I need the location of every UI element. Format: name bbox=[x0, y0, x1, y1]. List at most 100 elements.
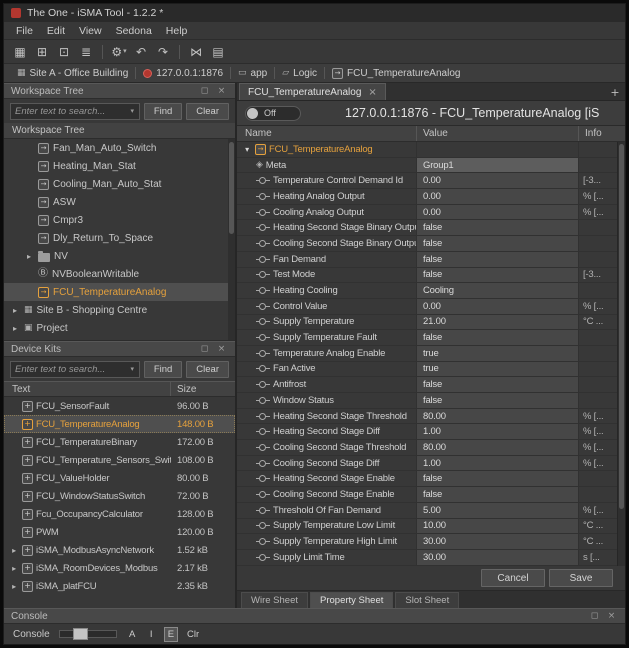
property-row-cooling-second-stage-diff[interactable]: Cooling Second Stage Diff1.00% [... bbox=[237, 456, 625, 472]
expand-arrow-icon[interactable]: ▸ bbox=[9, 582, 19, 591]
off-toggle[interactable]: Off bbox=[245, 106, 301, 121]
property-row-cooling-second-stage-threshold[interactable]: Cooling Second Stage Threshold80.00% [..… bbox=[237, 440, 625, 456]
toolbar-gear-button[interactable]: ⚙▾ bbox=[109, 43, 129, 61]
tab-fcu-temperatureanalog[interactable]: FCU_TemperatureAnalog × bbox=[239, 83, 386, 100]
tree-item-fan-man-auto-switch[interactable]: Fan_Man_Auto_Switch bbox=[4, 139, 235, 157]
property-value[interactable]: false bbox=[417, 471, 579, 486]
kit-row-fcu-temperature-sensors-switch[interactable]: FCU_Temperature_Sensors_Switch108.00 B bbox=[4, 451, 235, 469]
restore-icon[interactable]: ◻ bbox=[198, 344, 211, 354]
property-row-test-mode[interactable]: Test Modefalse[-3... bbox=[237, 268, 625, 284]
property-value[interactable]: false bbox=[417, 252, 579, 267]
kit-row-isma-roomdevices-modbus[interactable]: ▸iSMA_RoomDevices_Modbus2.17 kB bbox=[4, 559, 235, 577]
property-row-temperature-control-demand-id[interactable]: Temperature Control Demand Id0.00[-3... bbox=[237, 173, 625, 189]
property-value[interactable]: 1.00 bbox=[417, 456, 579, 471]
tree-item-heating-man-stat[interactable]: Heating_Man_Stat bbox=[4, 157, 235, 175]
toolbar-grid-button[interactable]: ▤ bbox=[208, 43, 228, 61]
breadcrumb-item-127-0-0-1-1876[interactable]: 127.0.0.1:1876 bbox=[136, 68, 230, 79]
kits-find-button[interactable]: Find bbox=[144, 361, 182, 378]
column-name[interactable]: Name bbox=[237, 126, 417, 141]
workspace-search-input[interactable] bbox=[11, 106, 126, 117]
property-value[interactable]: false bbox=[417, 330, 579, 345]
plus-icon[interactable]: + bbox=[607, 85, 623, 100]
property-row-supply-limit-time[interactable]: Supply Limit Time30.00s [... bbox=[237, 550, 625, 566]
column-value[interactable]: Value bbox=[417, 126, 579, 141]
console-button-i[interactable]: I bbox=[145, 627, 158, 642]
kit-row-isma-modbusasyncnetwork[interactable]: ▸iSMA_ModbusAsyncNetwork1.52 kB bbox=[4, 541, 235, 559]
property-row-temperature-analog-enable[interactable]: Temperature Analog Enabletrue bbox=[237, 346, 625, 362]
menu-item-help[interactable]: Help bbox=[159, 23, 195, 39]
tab-wire-sheet[interactable]: Wire Sheet bbox=[241, 592, 308, 608]
property-value[interactable]: false bbox=[417, 236, 579, 251]
tree-item-cmpr3[interactable]: Cmpr3 bbox=[4, 211, 235, 229]
property-row-supply-temperature[interactable]: Supply Temperature21.00°C ... bbox=[237, 315, 625, 331]
property-row-heating-second-stage-enable[interactable]: Heating Second Stage Enablefalse bbox=[237, 471, 625, 487]
property-row-root[interactable]: ▾FCU_TemperatureAnalog bbox=[237, 142, 625, 158]
menu-item-view[interactable]: View bbox=[72, 23, 109, 39]
close-icon[interactable]: × bbox=[215, 344, 228, 354]
kit-row-fcu-windowstatusswitch[interactable]: FCU_WindowStatusSwitch72.00 B bbox=[4, 487, 235, 505]
property-value[interactable]: true bbox=[417, 346, 579, 361]
property-row-fan-demand[interactable]: Fan Demandfalse bbox=[237, 252, 625, 268]
property-value[interactable]: 1.00 bbox=[417, 424, 579, 439]
property-value[interactable]: 0.00 bbox=[417, 205, 579, 220]
property-value[interactable]: false bbox=[417, 220, 579, 235]
property-value[interactable]: false bbox=[417, 377, 579, 392]
property-row-window-status[interactable]: Window Statusfalse bbox=[237, 393, 625, 409]
kits-column-text[interactable]: Text bbox=[4, 382, 171, 396]
expand-arrow-icon[interactable]: ▸ bbox=[10, 324, 20, 333]
tab-property-sheet[interactable]: Property Sheet bbox=[310, 592, 393, 608]
chevron-down-icon[interactable]: ▾ bbox=[126, 107, 139, 115]
property-scrollbar[interactable] bbox=[617, 142, 625, 566]
close-icon[interactable]: × bbox=[215, 86, 228, 96]
menu-item-file[interactable]: File bbox=[9, 23, 40, 39]
property-row-heating-second-stage-diff[interactable]: Heating Second Stage Diff1.00% [... bbox=[237, 424, 625, 440]
tree-item-nvbooleanwritable[interactable]: ⒷNVBooleanWritable bbox=[4, 265, 235, 283]
restore-icon[interactable]: ◻ bbox=[588, 611, 601, 621]
property-value[interactable]: true bbox=[417, 362, 579, 377]
property-value[interactable]: 30.00 bbox=[417, 534, 579, 549]
tree-scrollbar[interactable] bbox=[228, 139, 235, 340]
property-row-fan-active[interactable]: Fan Activetrue bbox=[237, 362, 625, 378]
property-row-heating-analog-output[interactable]: Heating Analog Output0.00% [... bbox=[237, 189, 625, 205]
kit-row-fcu-occupancycalculator[interactable]: Fcu_OccupancyCalculator128.00 B bbox=[4, 505, 235, 523]
workspace-tree-tab[interactable]: Workspace Tree bbox=[4, 123, 235, 139]
property-row-supply-temperature-low-limit[interactable]: Supply Temperature Low Limit10.00°C ... bbox=[237, 519, 625, 535]
property-value[interactable]: Group1 bbox=[417, 158, 579, 173]
toolbar-list-button[interactable]: ≣ bbox=[76, 43, 96, 61]
kits-search-input[interactable] bbox=[11, 364, 126, 375]
property-row-meta[interactable]: ◈MetaGroup1 bbox=[237, 158, 625, 174]
property-value[interactable]: 80.00 bbox=[417, 440, 579, 455]
property-row-supply-temperature-fault[interactable]: Supply Temperature Faultfalse bbox=[237, 330, 625, 346]
property-value[interactable]: 10.00 bbox=[417, 519, 579, 534]
kits-column-size[interactable]: Size bbox=[171, 382, 235, 396]
property-row-cooling-analog-output[interactable]: Cooling Analog Output0.00% [... bbox=[237, 205, 625, 221]
expand-arrow-icon[interactable]: ▸ bbox=[9, 546, 19, 555]
kit-row-fcu-sensorfault[interactable]: FCU_SensorFault96.00 B bbox=[4, 397, 235, 415]
property-value[interactable]: false bbox=[417, 487, 579, 502]
menu-item-sedona[interactable]: Sedona bbox=[109, 23, 159, 39]
tab-slot-sheet[interactable]: Slot Sheet bbox=[395, 592, 459, 608]
kits-clear-button[interactable]: Clear bbox=[186, 361, 229, 378]
property-row-heating-second-stage-binary-output[interactable]: Heating Second Stage Binary Outputfalse bbox=[237, 220, 625, 236]
kit-row-fcu-temperaturebinary[interactable]: FCU_TemperatureBinary172.00 B bbox=[4, 433, 235, 451]
chevron-down-icon[interactable]: ▾ bbox=[126, 365, 139, 373]
tree-item-dly-return-to-space[interactable]: Dly_Return_To_Space bbox=[4, 229, 235, 247]
console-slider-handle[interactable] bbox=[73, 628, 88, 640]
toolbar-redo-button[interactable]: ↷ bbox=[153, 43, 173, 61]
property-value[interactable]: 80.00 bbox=[417, 409, 579, 424]
toolbar-monitor-button[interactable]: ▦ bbox=[10, 43, 30, 61]
property-row-heating-cooling[interactable]: Heating CoolingCooling bbox=[237, 283, 625, 299]
tree-item-cooling-man-auto-stat[interactable]: Cooling_Man_Auto_Stat bbox=[4, 175, 235, 193]
kit-row-fcu-valueholder[interactable]: FCU_ValueHolder80.00 B bbox=[4, 469, 235, 487]
property-row-antifrost[interactable]: Antifrostfalse bbox=[237, 377, 625, 393]
property-value[interactable]: false bbox=[417, 268, 579, 283]
console-button-clr[interactable]: Clr bbox=[184, 627, 202, 642]
breadcrumb-item-logic[interactable]: ▱Logic bbox=[275, 68, 324, 79]
breadcrumb-item-site-a-office-building[interactable]: ▦Site A - Office Building bbox=[10, 68, 135, 79]
property-value[interactable]: 0.00 bbox=[417, 189, 579, 204]
toolbar-undo-button[interactable]: ↶ bbox=[131, 43, 151, 61]
column-info[interactable]: Info bbox=[579, 126, 625, 141]
cancel-button[interactable]: Cancel bbox=[481, 569, 545, 587]
expand-arrow-icon[interactable]: ▸ bbox=[10, 306, 20, 315]
tree-item-fcu-temperatureanalog[interactable]: FCU_TemperatureAnalog bbox=[4, 283, 235, 301]
